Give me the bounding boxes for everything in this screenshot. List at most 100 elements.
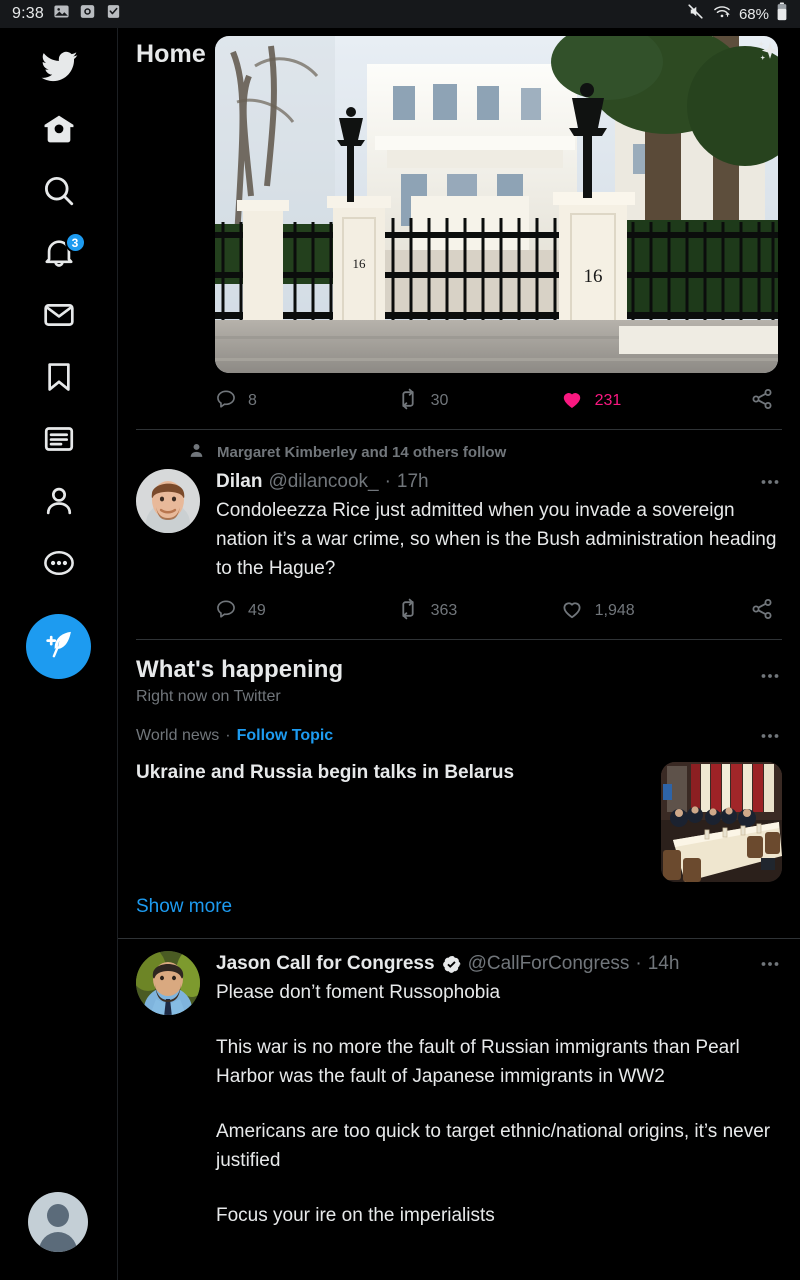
tweet-paragraph-3: Americans are too quick to target ethnic… [216, 1121, 771, 1171]
social-context: Margaret Kimberley and 14 others follow [188, 442, 782, 463]
home-icon [42, 112, 76, 151]
handle[interactable]: @CallForCongress [468, 953, 630, 975]
retweet-action[interactable]: 363 [396, 597, 560, 626]
heart-outline-icon [560, 597, 584, 626]
like-action[interactable]: 231 [560, 387, 750, 416]
share-action[interactable] [750, 387, 774, 416]
tweet-action-bar-media: 8 30 231 [215, 373, 774, 429]
tweet-row: Jason Call for Congress @CallForCongress… [136, 951, 782, 1230]
checkbox-icon [105, 3, 122, 25]
tweet-card-jason-call[interactable]: Jason Call for Congress @CallForCongress… [118, 939, 800, 1230]
screenshot-icon [79, 3, 96, 25]
tweet-card-dilan[interactable]: Margaret Kimberley and 14 others follow [118, 430, 800, 640]
like-count: 231 [594, 392, 622, 409]
trend-meta: World news · Follow Topic [136, 724, 782, 748]
display-name[interactable]: Dilan [216, 471, 262, 493]
tweet-body: Dilan @dilancook_ · 17h Condoleezza Rice… [216, 469, 782, 583]
avatar[interactable] [136, 951, 200, 1015]
meta-separator: · [384, 471, 391, 492]
tweet-paragraph-2: This war is no more the fault of Russian… [216, 1037, 740, 1087]
whats-happening-header: What's happening Right now on Twitter [118, 640, 800, 706]
sparkle-icon[interactable] [752, 37, 782, 72]
timestamp[interactable]: 14h [648, 953, 680, 975]
follow-topic-button[interactable]: Follow Topic [237, 727, 334, 745]
reply-action[interactable]: 49 [215, 598, 396, 625]
sidebar-item-notifications[interactable]: 3 [28, 224, 90, 286]
account-avatar[interactable] [28, 1192, 88, 1252]
whats-happening-module: What's happening Right now on Twitter Wo… [118, 640, 800, 939]
divider [136, 639, 782, 640]
avatar[interactable] [136, 469, 200, 533]
timeline-column: Home 16 16 8 30 231 Margaret Kimberley a… [118, 28, 800, 1280]
sidebar-nav: 3 [0, 28, 118, 1280]
module-more-button[interactable] [758, 656, 782, 688]
timestamp[interactable]: 17h [397, 471, 429, 493]
timeline-header: Home [118, 28, 800, 80]
share-icon [750, 597, 774, 626]
retweet-icon [396, 387, 420, 416]
twitter-app-screen: 9:38 68% 3 Home 16 16 8 30 231 Margaret … [0, 0, 800, 1280]
display-name[interactable]: Jason Call for Congress [216, 953, 435, 975]
tweet-card-media[interactable]: 16 16 8 30 231 [118, 36, 800, 430]
talks-table-photo [661, 762, 782, 882]
tweet-paragraph-1: Please don’t foment Russophobia [216, 982, 501, 1003]
social-context-label: Margaret Kimberley and 14 others follow [217, 444, 507, 461]
like-count: 1,948 [594, 602, 635, 619]
sidebar-item-messages[interactable] [28, 286, 90, 348]
tweet-text: Please don’t foment Russophobia This war… [216, 978, 782, 1230]
reply-icon [215, 598, 237, 625]
sidebar-item-lists[interactable] [28, 410, 90, 472]
retweet-action[interactable]: 30 [396, 387, 560, 416]
search-icon [42, 174, 76, 213]
tweet-more-button[interactable] [758, 470, 782, 494]
page-title: Home [136, 39, 206, 68]
mute-icon [686, 2, 705, 26]
more-circle-icon [42, 546, 76, 585]
trend-thumbnail[interactable] [661, 762, 782, 882]
retweet-count: 363 [430, 602, 458, 619]
show-more-link[interactable]: Show more [118, 882, 800, 938]
bookmark-icon [42, 360, 76, 399]
avatar-head [47, 1204, 69, 1227]
tweet-text: Condoleezza Rice just admitted when you … [216, 500, 777, 579]
wifi-icon [712, 2, 732, 26]
battery-icon [776, 2, 788, 26]
status-bar-clock: 9:38 [12, 5, 44, 22]
lists-icon [42, 422, 76, 461]
compose-tweet-button[interactable] [26, 614, 91, 679]
tweet-body: Jason Call for Congress @CallForCongress… [216, 951, 782, 1230]
trend-item[interactable]: World news · Follow Topic Ukraine and Ru… [118, 706, 800, 882]
sidebar-item-bookmarks[interactable] [28, 348, 90, 410]
image-icon [53, 3, 70, 25]
reply-icon [215, 388, 237, 415]
avatar-body [39, 1232, 77, 1252]
heart-filled-icon [560, 387, 584, 416]
envelope-icon [42, 298, 76, 337]
social-context-person-icon [188, 442, 205, 463]
like-action[interactable]: 1,948 [560, 597, 750, 626]
share-icon [750, 387, 774, 416]
sidebar-item-more[interactable] [28, 534, 90, 596]
trend-headline[interactable]: Ukraine and Russia begin talks in Belaru… [136, 762, 661, 784]
sidebar-item-twitter-logo[interactable] [28, 38, 90, 100]
tweet-media-image[interactable]: 16 16 [215, 36, 778, 373]
tweet-header: Jason Call for Congress @CallForCongress… [216, 952, 782, 976]
compose-feather-icon [42, 627, 76, 666]
notifications-badge: 3 [64, 232, 86, 253]
trend-more-button[interactable] [758, 724, 782, 748]
sidebar-item-profile[interactable] [28, 472, 90, 534]
reply-count: 49 [248, 602, 266, 619]
sidebar-item-home[interactable] [28, 100, 90, 162]
tweet-more-button[interactable] [758, 952, 782, 976]
sidebar-item-search[interactable] [28, 162, 90, 224]
tweet-action-bar-dilan: 49 363 1,948 [215, 583, 774, 639]
share-action[interactable] [750, 597, 774, 626]
mansion-gates-photo: 16 16 [215, 36, 778, 373]
trend-category: World news [136, 727, 220, 744]
module-title: What's happening [136, 656, 344, 683]
tweet-header: Dilan @dilancook_ · 17h [216, 470, 782, 494]
battery-percent: 68% [738, 5, 769, 23]
reply-action[interactable]: 8 [215, 388, 396, 415]
handle[interactable]: @dilancook_ [268, 471, 378, 493]
svg-text:16: 16 [353, 256, 367, 271]
